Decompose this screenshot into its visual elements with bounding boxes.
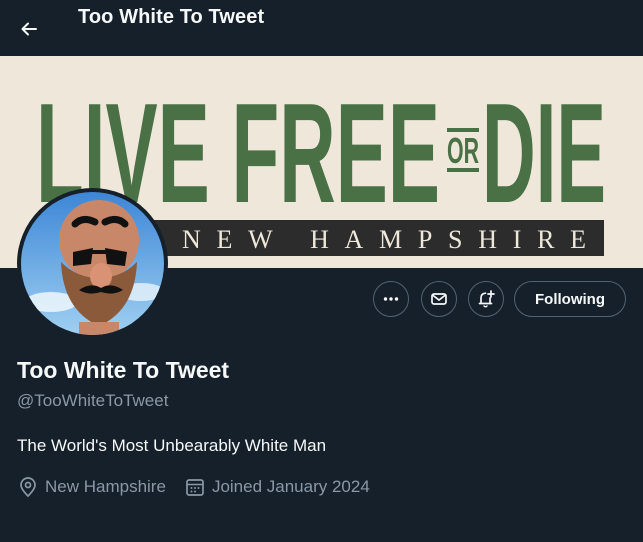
display-name: Too White To Tweet xyxy=(17,357,230,383)
following-button[interactable]: Following xyxy=(514,281,626,317)
user-handle: @TooWhiteToTweet xyxy=(17,391,169,410)
bell-plus-icon xyxy=(478,290,495,308)
more-button[interactable] xyxy=(373,281,409,317)
notify-button[interactable] xyxy=(468,281,504,317)
banner-or-text: OR xyxy=(447,130,479,171)
top-bar: Too White To Tweet xyxy=(0,0,643,56)
calendar-icon xyxy=(186,479,204,496)
page-title: Too White To Tweet xyxy=(78,6,265,28)
banner-main-text-right: DIE xyxy=(482,74,606,233)
more-dots-icon xyxy=(383,297,399,301)
location-pin-icon xyxy=(20,477,36,498)
bio: The World's Most Unbearably White Man xyxy=(17,436,327,455)
joined-text: Joined January 2024 xyxy=(211,477,370,496)
avatar-image xyxy=(21,192,164,335)
avatar[interactable] xyxy=(17,188,168,339)
back-button[interactable] xyxy=(12,12,46,46)
arrow-left-icon xyxy=(21,22,37,36)
profile-meta: New Hampshire Joined January 2024 xyxy=(17,476,370,498)
message-button[interactable] xyxy=(421,281,457,317)
location-text: New Hampshire xyxy=(45,477,166,496)
envelope-icon xyxy=(431,293,447,305)
joined-item: Joined January 2024 xyxy=(184,476,370,498)
location-item: New Hampshire xyxy=(17,476,166,498)
